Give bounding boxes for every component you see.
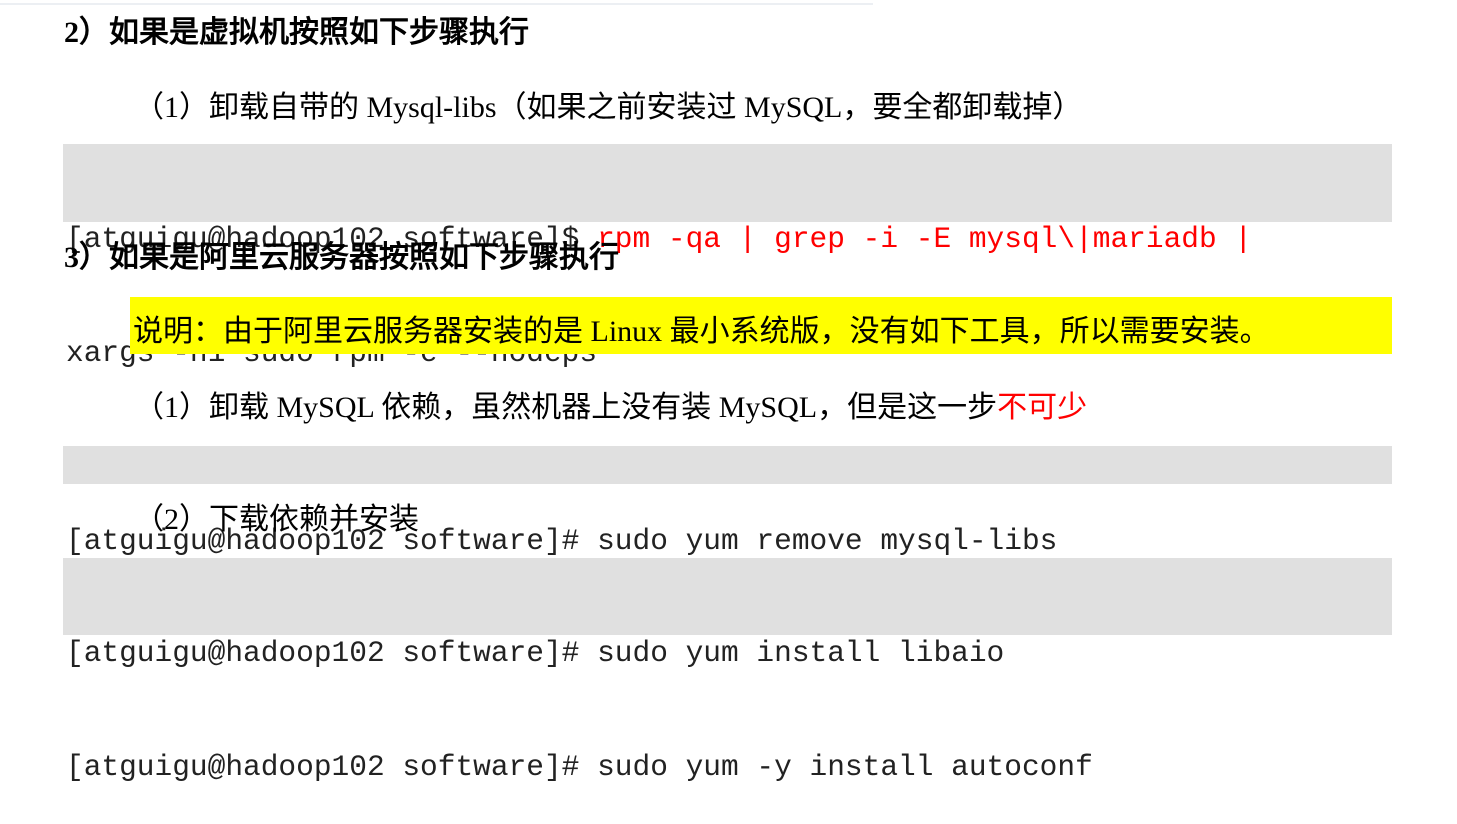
note-text: 说明：由于阿里云服务器安装的是 Linux 最小系统版，没有如下工具，所以需要安…: [133, 315, 1270, 348]
step-text: （1）卸载 MySQL 依赖，虽然机器上没有装 MySQL，但是这一步: [134, 391, 998, 424]
code-block-yum-remove: [atguigu@hadoop102 software]# sudo yum r…: [63, 446, 1392, 558]
top-divider: [0, 3, 873, 5]
code-block-yum-install: [atguigu@hadoop102 software]# sudo yum i…: [63, 558, 1392, 784]
code-block-remove-mysql: [atguigu@hadoop102 software]$ rpm -qa | …: [63, 144, 1392, 370]
step-install-deps: （2）下载依赖并安装: [134, 503, 419, 536]
step-emphasis: 不可少: [997, 391, 1088, 424]
code-line: [atguigu@hadoop102 software]# sudo yum i…: [66, 636, 1005, 670]
step-uninstall-mysql-libs: （1）卸载自带的 Mysql-libs（如果之前安装过 MySQL，要全都卸载掉…: [134, 91, 1083, 124]
code-command: rpm -qa | grep -i -E mysql\|mariadb |: [597, 222, 1253, 256]
section-heading-aliyun: 3）如果是阿里云服务器按照如下步骤执行: [64, 241, 619, 274]
step-uninstall-mysql-deps: （1）卸载 MySQL 依赖，虽然机器上没有装 MySQL，但是这一步不可少: [134, 390, 1087, 426]
section-heading-vm: 2）如果是虚拟机按照如下步骤执行: [64, 16, 529, 49]
code-line: [atguigu@hadoop102 software]# sudo yum -…: [66, 750, 1093, 784]
